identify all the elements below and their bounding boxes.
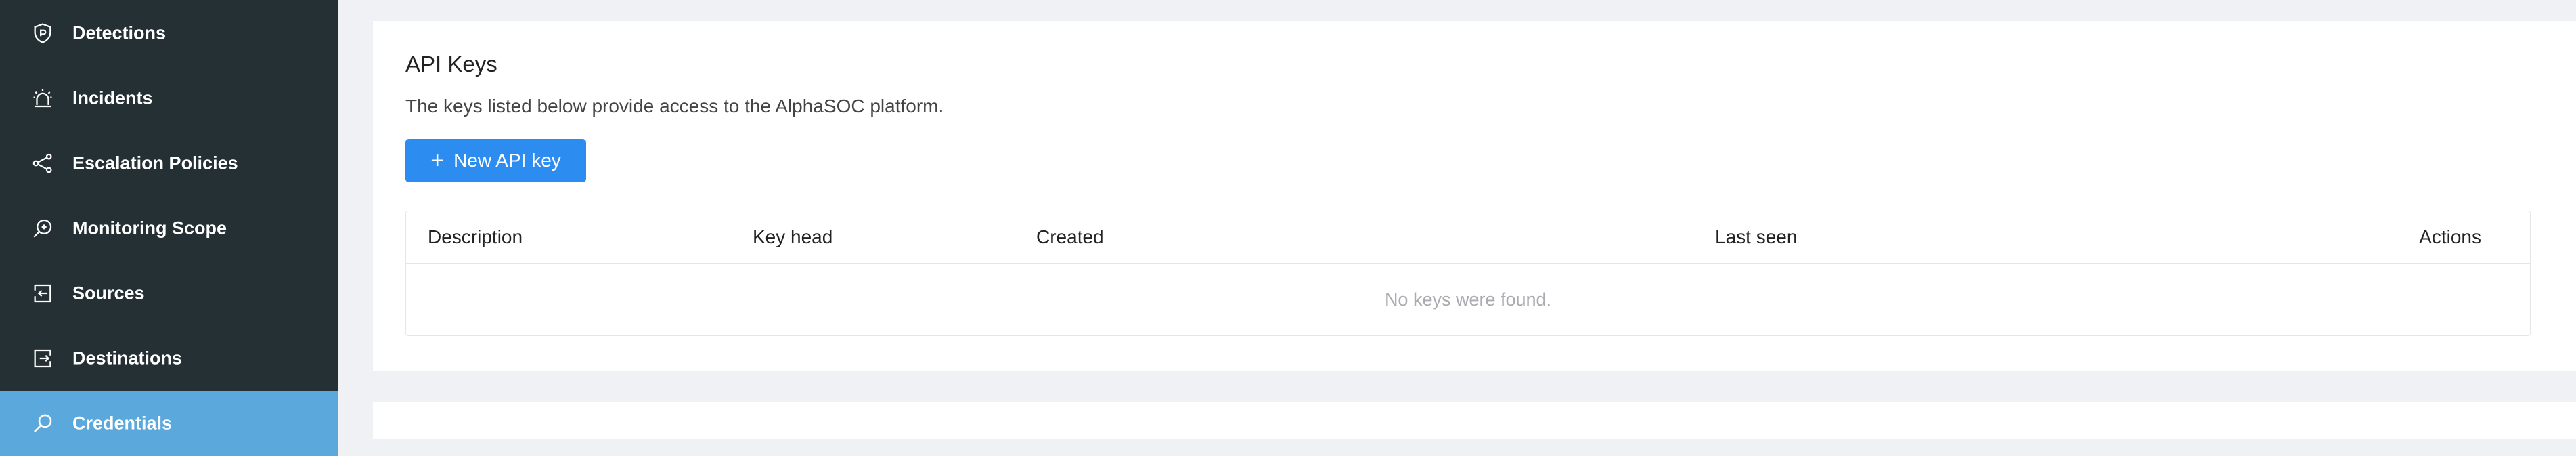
api-keys-card: API Keys The keys listed below provide a… bbox=[373, 21, 2576, 371]
sidebar-item-label: Destinations bbox=[72, 348, 183, 369]
alarm-icon bbox=[31, 87, 54, 110]
secondary-card bbox=[373, 402, 2576, 439]
empty-state: No keys were found. bbox=[1384, 289, 1552, 310]
sidebar-item-monitoring-scope[interactable]: Monitoring Scope bbox=[0, 196, 338, 261]
sidebar-item-label: Escalation Policies bbox=[72, 152, 238, 173]
sidebar-item-incidents[interactable]: Incidents bbox=[0, 66, 338, 131]
sidebar-item-sources[interactable]: Sources bbox=[0, 261, 338, 326]
import-icon bbox=[31, 282, 54, 305]
page-title: API Keys bbox=[405, 51, 497, 77]
new-api-key-button[interactable]: + New API key bbox=[405, 139, 586, 182]
key-icon bbox=[31, 412, 54, 435]
sidebar: Detections Incidents Escalation Policies… bbox=[0, 0, 338, 456]
column-header-description[interactable]: Description bbox=[428, 226, 523, 248]
sidebar-item-label: Monitoring Scope bbox=[72, 217, 227, 239]
table-header: Description Key head Created Last seen A… bbox=[406, 211, 2530, 264]
sidebar-item-label: Sources bbox=[72, 283, 145, 304]
column-header-key-head[interactable]: Key head bbox=[753, 226, 832, 248]
sidebar-item-detections[interactable]: Detections bbox=[0, 1, 338, 66]
page-description: The keys listed below provide access to … bbox=[405, 96, 944, 117]
export-icon bbox=[31, 347, 54, 370]
sidebar-item-credentials[interactable]: Credentials bbox=[0, 391, 338, 456]
scope-icon bbox=[31, 217, 54, 240]
api-keys-table: Description Key head Created Last seen A… bbox=[405, 211, 2531, 336]
sidebar-item-label: Credentials bbox=[72, 413, 173, 434]
sidebar-item-escalation-policies[interactable]: Escalation Policies bbox=[0, 131, 338, 196]
shield-icon bbox=[31, 22, 54, 45]
column-header-actions: Actions bbox=[2419, 226, 2481, 247]
sidebar-item-label: Incidents bbox=[72, 87, 153, 108]
column-header-last-seen[interactable]: Last seen bbox=[1715, 226, 1797, 248]
column-header-created[interactable]: Created bbox=[1036, 226, 1104, 248]
share-icon bbox=[31, 152, 54, 175]
plus-icon: + bbox=[430, 148, 445, 173]
sidebar-item-label: Detections bbox=[72, 22, 166, 43]
sidebar-item-destinations[interactable]: Destinations bbox=[0, 326, 338, 391]
new-api-key-label: New API key bbox=[453, 150, 561, 171]
